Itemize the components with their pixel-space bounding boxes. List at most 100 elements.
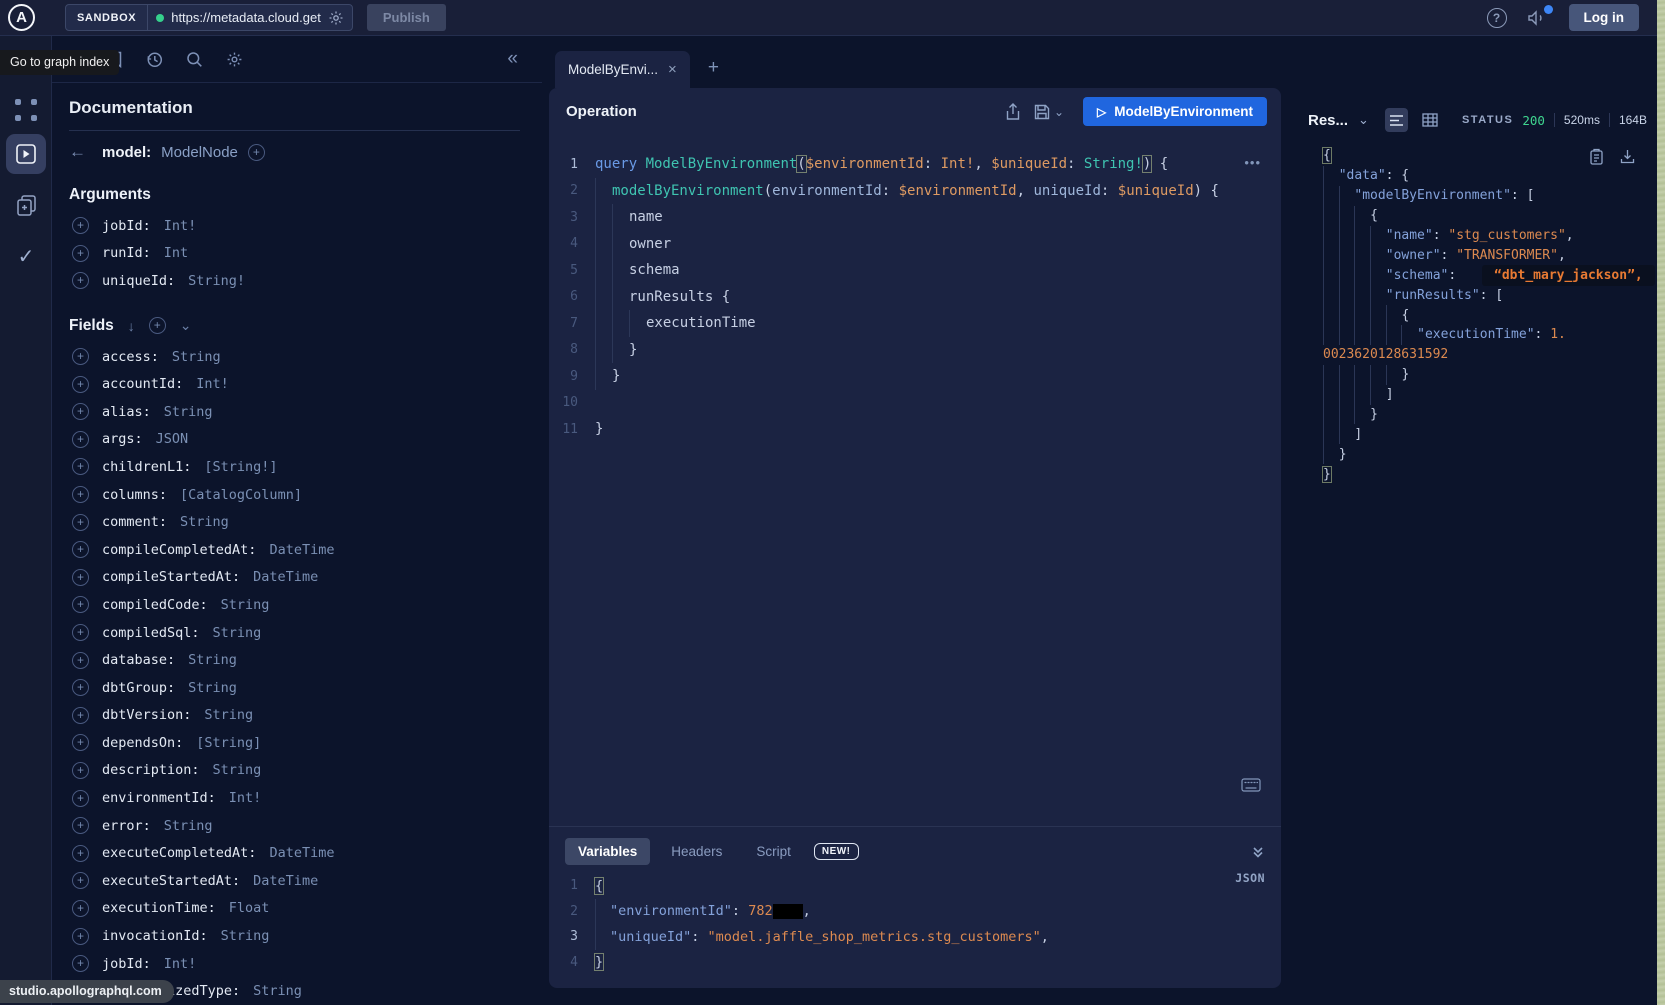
endpoint-settings-gear-icon[interactable] (328, 10, 344, 26)
member-type[interactable]: Int! (164, 218, 197, 234)
add-to-query-icon[interactable]: + (72, 734, 89, 751)
help-icon[interactable]: ? (1487, 8, 1507, 28)
add-to-query-icon[interactable]: + (72, 900, 89, 917)
publish-button[interactable]: Publish (367, 4, 446, 31)
field-row[interactable]: +jobId:Int! (69, 950, 520, 978)
collapse-sidebar-icon[interactable]: « (507, 48, 518, 70)
back-arrow-icon[interactable]: ← (69, 142, 86, 162)
field-row[interactable]: +dependsOn:[String] (69, 729, 520, 757)
member-type[interactable]: Float (229, 900, 270, 916)
announcements-button[interactable] (1527, 9, 1549, 27)
add-to-query-icon[interactable]: + (72, 928, 89, 945)
field-row[interactable]: +args:JSON (69, 426, 520, 454)
member-type[interactable]: String (164, 404, 213, 420)
field-row[interactable]: +environmentId:Int! (69, 784, 520, 812)
argument-row[interactable]: +runId:Int (69, 240, 520, 268)
tab-variables[interactable]: Variables (565, 838, 650, 865)
field-row[interactable]: +dbtVersion:String (69, 702, 520, 730)
member-type[interactable]: String (180, 514, 229, 530)
copy-response-icon[interactable] (1589, 148, 1604, 165)
member-type[interactable]: DateTime (253, 873, 318, 889)
save-chevron-down-icon[interactable]: ⌄ (1054, 105, 1064, 119)
add-to-query-icon[interactable]: + (72, 431, 89, 448)
member-type[interactable]: String (204, 707, 253, 723)
graph-index-icon[interactable] (14, 98, 38, 122)
member-type[interactable]: String (213, 625, 262, 641)
field-row[interactable]: +alias:String (69, 398, 520, 426)
member-type[interactable]: DateTime (253, 569, 318, 585)
field-row[interactable]: +invocationId:String (69, 922, 520, 950)
member-type[interactable]: String (188, 680, 237, 696)
member-type[interactable]: String (213, 762, 262, 778)
field-row[interactable]: +description:String (69, 757, 520, 785)
add-to-query-icon[interactable]: + (72, 845, 89, 862)
add-to-query-icon[interactable]: + (72, 403, 89, 420)
add-to-query-icon[interactable]: + (72, 348, 89, 365)
add-to-query-icon[interactable]: + (72, 679, 89, 696)
field-row[interactable]: +compileStartedAt:DateTime (69, 564, 520, 592)
member-type[interactable]: String! (188, 273, 245, 289)
add-type-to-query-icon[interactable]: + (248, 144, 265, 161)
tab-script[interactable]: Script (743, 838, 804, 865)
add-to-query-icon[interactable]: + (72, 569, 89, 586)
member-type[interactable]: [String] (196, 735, 261, 751)
new-tab-button[interactable]: + (708, 57, 719, 79)
field-row[interactable]: +childrenL1:[String!] (69, 453, 520, 481)
member-type[interactable]: Int! (196, 376, 229, 392)
checks-nav-item[interactable]: ✓ (0, 244, 52, 269)
add-to-query-icon[interactable]: + (72, 458, 89, 475)
share-icon[interactable] (1005, 103, 1021, 121)
add-to-query-icon[interactable]: + (72, 624, 89, 641)
sort-fields-icon[interactable]: ↓ (128, 318, 135, 334)
add-all-fields-icon[interactable]: + (149, 317, 166, 334)
member-type[interactable]: Int! (229, 790, 262, 806)
download-response-icon[interactable] (1620, 148, 1635, 165)
add-to-query-icon[interactable]: + (72, 217, 89, 234)
fields-chevron-down-icon[interactable]: ⌄ (180, 317, 192, 334)
field-row[interactable]: +error:String (69, 812, 520, 840)
response-view-raw-toggle[interactable] (1385, 108, 1409, 132)
member-type[interactable]: DateTime (269, 542, 334, 558)
schema-nav-item[interactable] (0, 194, 52, 218)
member-type[interactable]: String (164, 818, 213, 834)
member-type[interactable]: [String!] (204, 459, 277, 475)
settings-gear-icon[interactable] (226, 51, 243, 68)
breadcrumb-type-link[interactable]: ModelNode (161, 144, 238, 161)
member-type[interactable]: JSON (156, 431, 189, 447)
explorer-nav-item[interactable] (6, 134, 46, 174)
add-to-query-icon[interactable]: + (72, 955, 89, 972)
member-type[interactable]: [CatalogColumn] (180, 487, 302, 503)
response-view-table-toggle[interactable] (1418, 108, 1442, 132)
member-type[interactable]: Int! (164, 956, 197, 972)
add-to-query-icon[interactable]: + (72, 707, 89, 724)
field-row[interactable]: +compiledSql:String (69, 619, 520, 647)
add-to-query-icon[interactable]: + (72, 541, 89, 558)
add-to-query-icon[interactable]: + (72, 652, 89, 669)
add-to-query-icon[interactable]: + (72, 872, 89, 889)
field-row[interactable]: +compiledCode:String (69, 591, 520, 619)
argument-row[interactable]: +uniqueId:String! (69, 267, 520, 295)
run-operation-button[interactable]: ▷ ModelByEnvironment (1083, 97, 1267, 126)
field-row[interactable]: +database:String (69, 646, 520, 674)
field-row[interactable]: +executeCompletedAt:DateTime (69, 839, 520, 867)
field-row[interactable]: +executeStartedAt:DateTime (69, 867, 520, 895)
add-to-query-icon[interactable]: + (72, 817, 89, 834)
field-row[interactable]: +executionTime:Float (69, 895, 520, 923)
apollo-logo[interactable]: A (8, 4, 35, 31)
member-type[interactable]: String (188, 652, 237, 668)
field-row[interactable]: +access:String (69, 343, 520, 371)
search-icon[interactable] (186, 51, 203, 68)
variables-editor[interactable]: JSON 1{2"environmentId": 782,3"uniqueId"… (549, 873, 1281, 975)
add-to-query-icon[interactable]: + (72, 790, 89, 807)
field-row[interactable]: +compileCompletedAt:DateTime (69, 536, 520, 564)
add-to-query-icon[interactable]: + (72, 762, 89, 779)
member-type[interactable]: String (221, 928, 270, 944)
member-type[interactable]: String (221, 597, 270, 613)
argument-row[interactable]: +jobId:Int! (69, 212, 520, 240)
add-to-query-icon[interactable]: + (72, 245, 89, 262)
history-icon[interactable] (146, 51, 163, 68)
login-button[interactable]: Log in (1569, 4, 1640, 31)
field-row[interactable]: +comment:String (69, 508, 520, 536)
member-type[interactable]: String (172, 349, 221, 365)
operation-editor[interactable]: ••• 1query ModelByEnvironment($environme… (549, 135, 1281, 826)
